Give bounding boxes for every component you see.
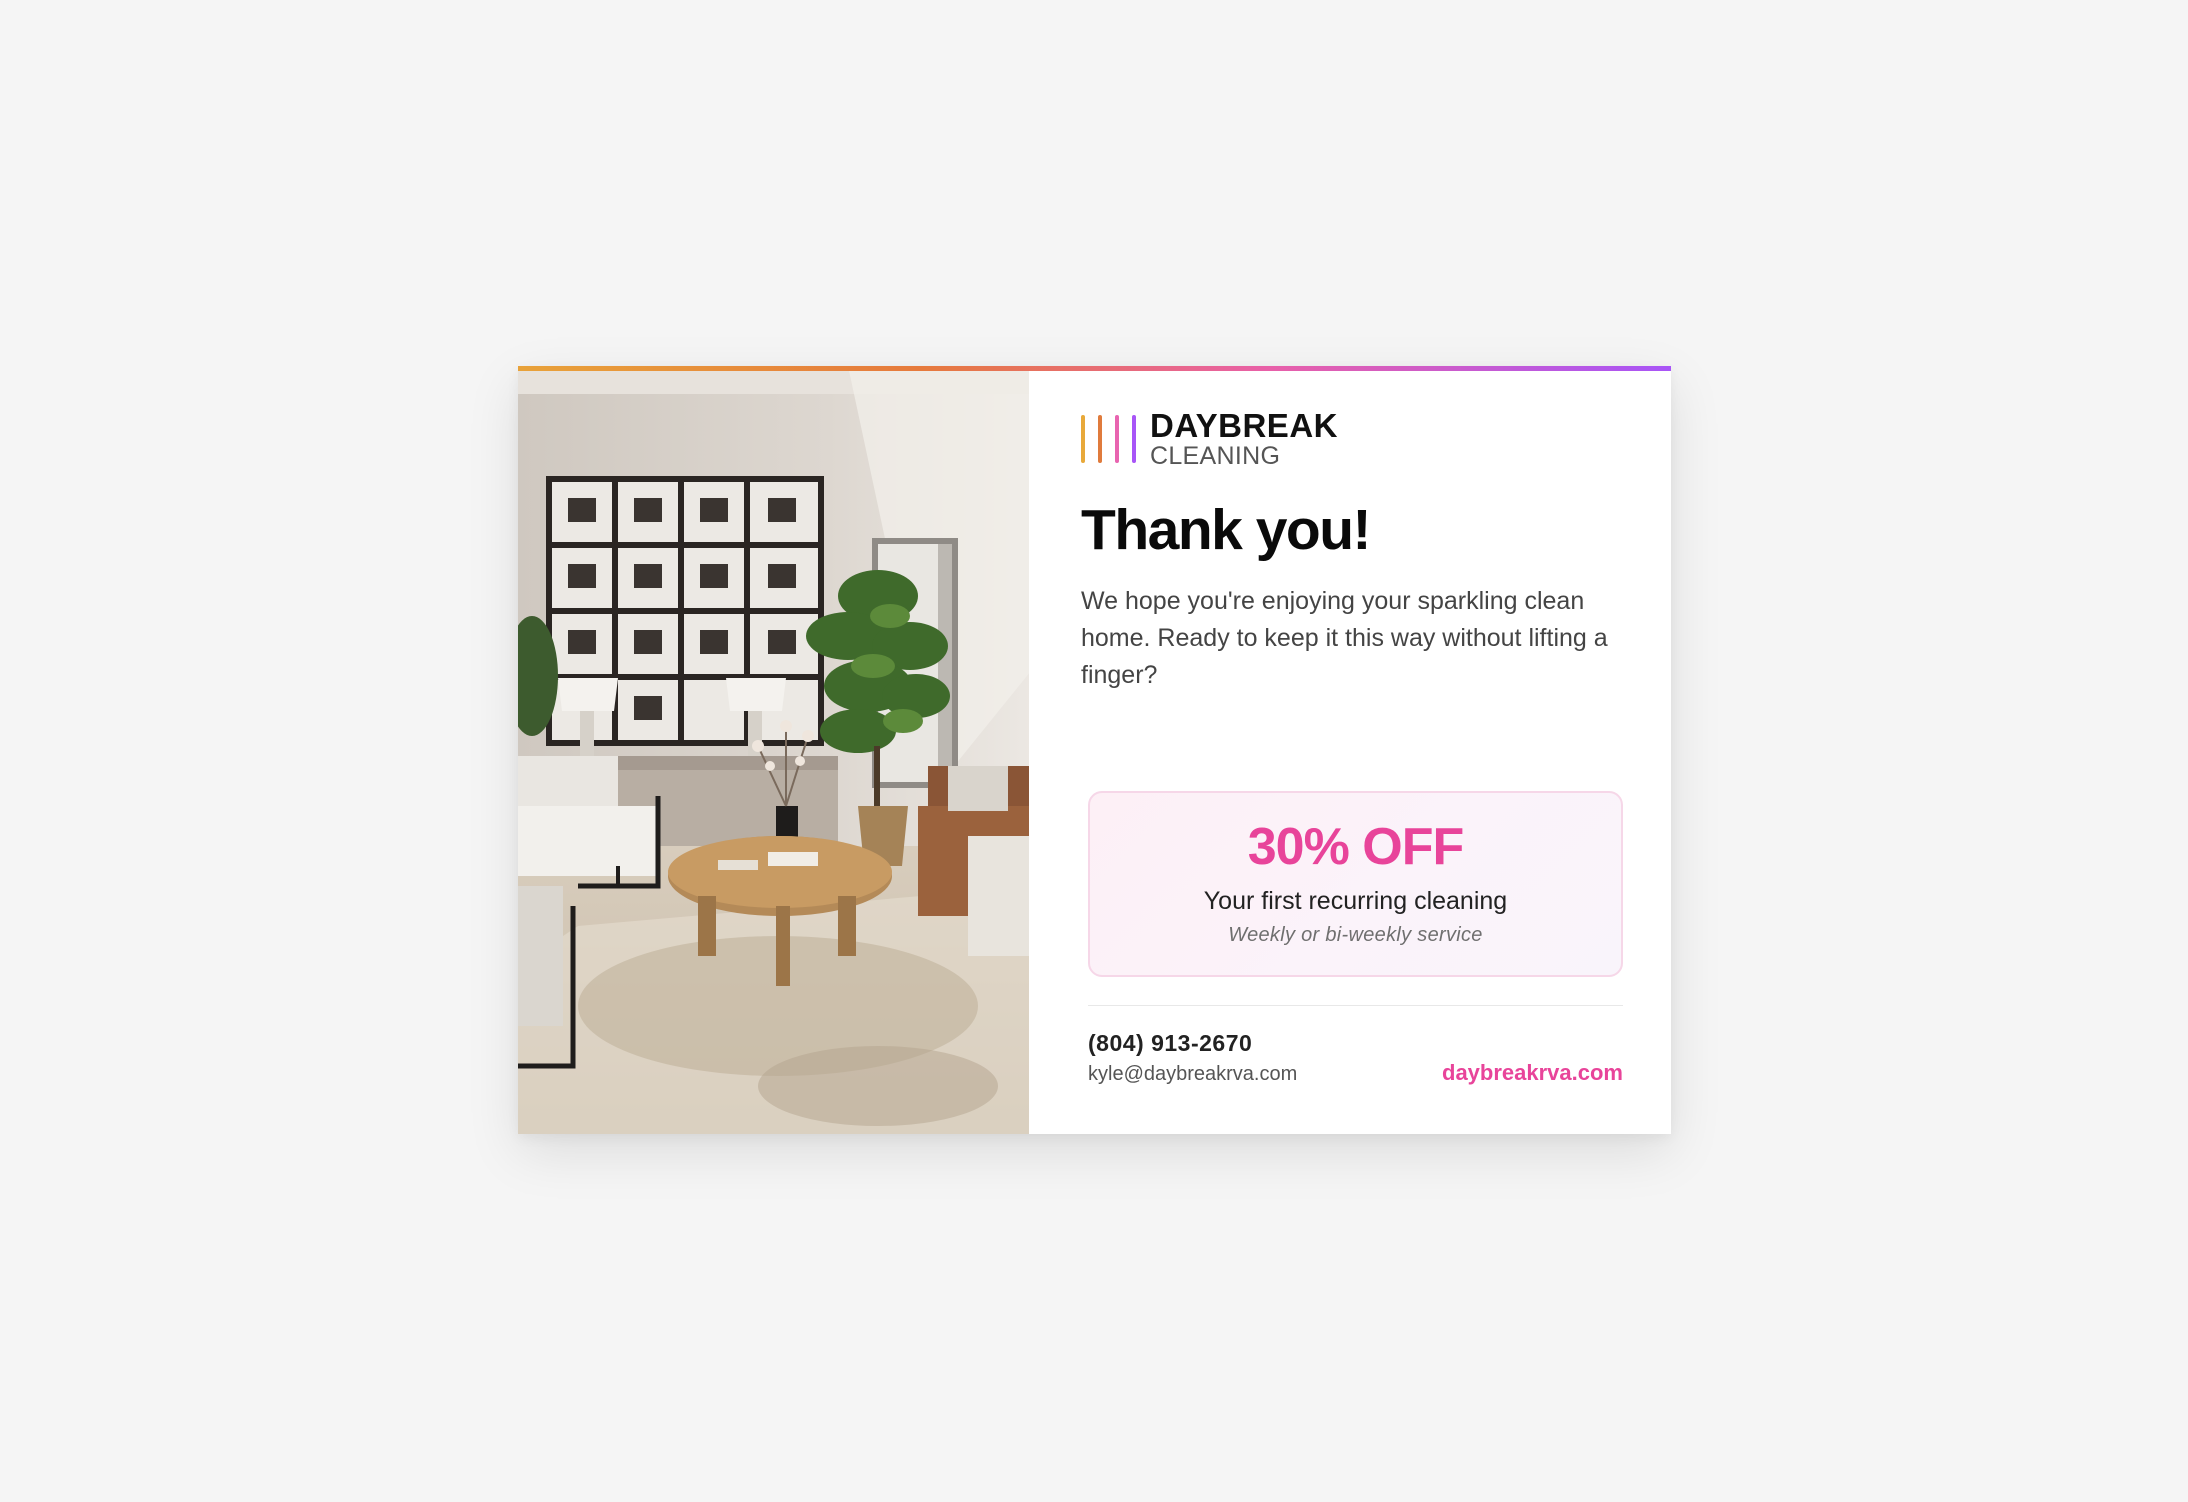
logo-bars-icon — [1081, 414, 1136, 464]
logo-bar — [1115, 415, 1119, 463]
website-link[interactable]: daybreakrva.com — [1442, 1060, 1623, 1086]
divider — [1088, 1005, 1623, 1006]
offer-note: Weekly or bi-weekly service — [1228, 924, 1483, 946]
offer-amount: 30% OFF — [1247, 818, 1464, 876]
intro-text: We hope you're enjoying your sparkling c… — [1081, 587, 1608, 689]
living-room-photo — [518, 366, 1029, 1134]
gradient-top-bar — [518, 366, 1671, 371]
logo-wordmark: DAYBREAK CLEANING — [1150, 409, 1338, 469]
brand-subtitle: CLEANING — [1150, 442, 1281, 470]
brand-name: DAYBREAK — [1150, 407, 1338, 444]
phone-number[interactable]: (804) 913-2670 — [1088, 1030, 1623, 1057]
logo-bar — [1081, 415, 1085, 463]
offer-description: Your first recurring cleaning — [1203, 887, 1508, 915]
living-room-illustration — [518, 366, 1029, 1134]
logo-bar — [1132, 415, 1136, 463]
discount-offer-box: 30% OFF Your first recurring cleaning We… — [1088, 791, 1623, 977]
card-content: DAYBREAK CLEANING Thank you! We hope you… — [1029, 366, 1671, 1134]
logo-bar — [1098, 415, 1102, 463]
brand-logo: DAYBREAK CLEANING — [1081, 409, 1621, 469]
contact-info: (804) 913-2670 kyle@daybreakrva.com dayb… — [1088, 1030, 1623, 1090]
postcard: DAYBREAK CLEANING Thank you! We hope you… — [518, 366, 1671, 1134]
headline: Thank you! — [1081, 498, 1372, 562]
